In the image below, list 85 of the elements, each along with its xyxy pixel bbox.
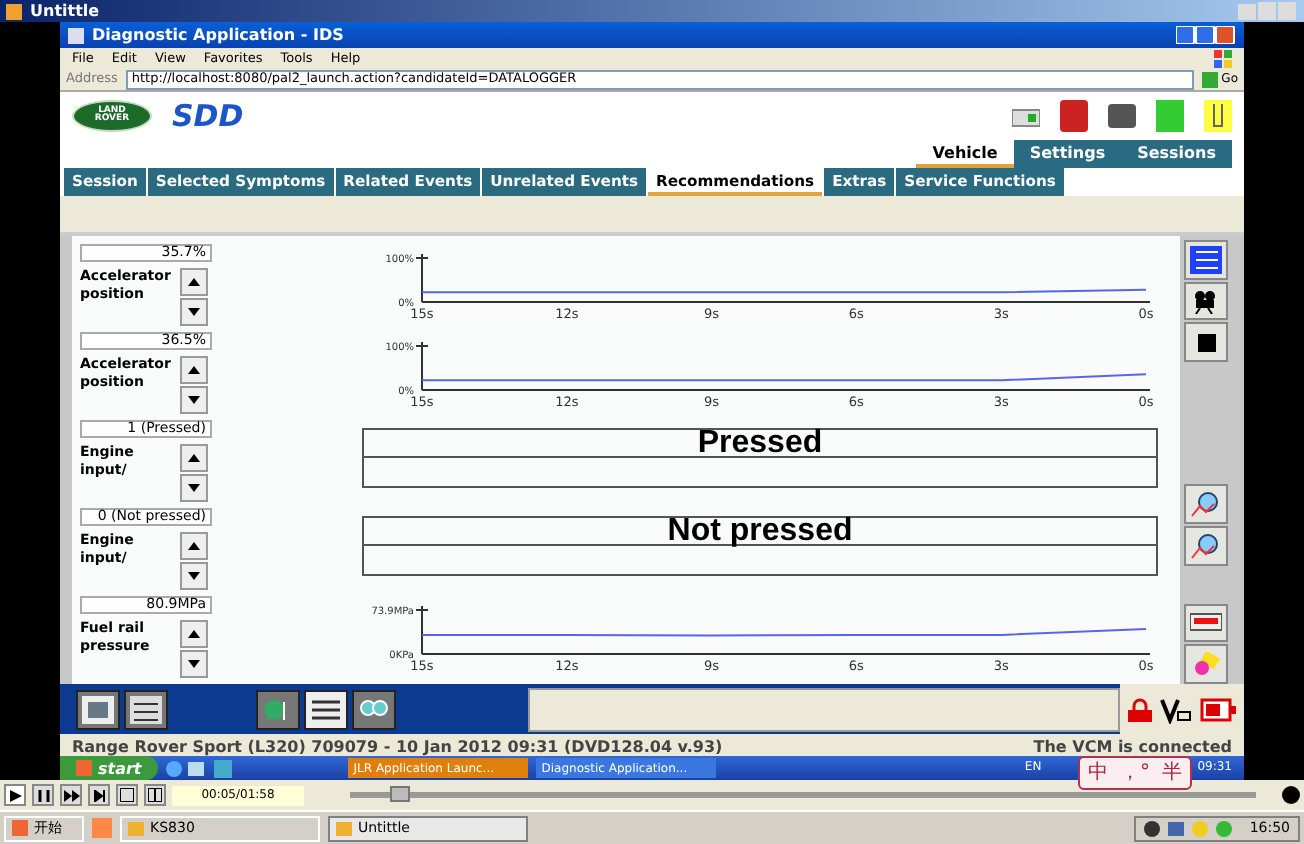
desktop-icon [92, 818, 112, 838]
list-icon [310, 697, 342, 721]
down-arrow-icon [188, 308, 200, 316]
up-button[interactable] [180, 620, 208, 648]
down-button[interactable] [180, 650, 208, 678]
y-axis [415, 341, 429, 391]
down-arrow-icon [188, 660, 200, 668]
up-button[interactable] [180, 444, 208, 472]
step-icon [93, 789, 105, 801]
battery-voltage-icon [1160, 695, 1192, 723]
state-text: Pressed [697, 428, 823, 456]
start-button[interactable]: start [60, 756, 158, 780]
lock-icon [1128, 697, 1152, 721]
page-icon [68, 27, 84, 43]
bar-icon [1190, 610, 1222, 635]
input-method-item[interactable]: ，° [1120, 763, 1150, 783]
module-icon [1060, 100, 1088, 132]
fullscreen-button[interactable] [116, 784, 138, 806]
play-button[interactable] [4, 784, 26, 806]
fast-forward-icon [63, 789, 79, 801]
down-arrow-icon [188, 484, 200, 492]
y-axis [415, 605, 429, 655]
window-title: Diagnostic Application - IDS [92, 27, 344, 43]
pause-icon [37, 789, 49, 801]
camera-icon [1192, 289, 1220, 314]
connection-status: The VCM is connected [1033, 738, 1232, 756]
graph-button[interactable] [1184, 603, 1228, 643]
up-arrow-icon [188, 278, 200, 286]
list-icon [130, 695, 162, 723]
camera-button[interactable] [1184, 281, 1228, 321]
report-icon [82, 695, 114, 723]
folder-icon [128, 821, 144, 835]
up-button[interactable] [180, 268, 208, 296]
fast-forward-button[interactable] [60, 784, 82, 806]
window-mode-button[interactable] [144, 784, 166, 806]
y-axis [415, 253, 429, 303]
zoom-button[interactable] [1184, 525, 1228, 566]
down-arrow-icon [188, 572, 200, 580]
up-arrow-icon [188, 366, 200, 374]
input-method-item[interactable]: 半 [1162, 763, 1182, 783]
up-arrow-icon [188, 454, 200, 462]
up-button[interactable] [180, 356, 208, 384]
eraser-button[interactable] [1184, 644, 1228, 685]
tools-button[interactable] [352, 689, 396, 729]
diagnostic-icon [1012, 104, 1040, 128]
window-controls-icon [1176, 26, 1236, 44]
stop-icon [1197, 333, 1215, 352]
list-icon [1190, 245, 1222, 274]
down-arrow-icon [188, 396, 200, 404]
report-button[interactable] [76, 689, 120, 729]
stop-button[interactable] [1184, 322, 1228, 363]
input-method-bar[interactable]: 中 ，° 半 [1078, 756, 1192, 790]
vehicle-info: Range Rover Sport (L320) 709079 - 10 Jan 2012 09:31 (DVD128.04 v.93) [72, 738, 723, 756]
split-square-icon [148, 788, 162, 802]
datalogger-button[interactable] [304, 689, 348, 729]
down-button[interactable] [180, 474, 208, 502]
folder-icon [336, 821, 352, 835]
pause-button[interactable] [32, 784, 54, 806]
input-method-item[interactable]: 中 [1088, 763, 1108, 783]
down-button[interactable] [180, 562, 208, 590]
top-tab[interactable]: Sessions [1121, 140, 1232, 168]
down-button[interactable] [180, 298, 208, 326]
app-icon [6, 3, 22, 19]
schedule-button[interactable] [124, 689, 168, 729]
zoom-button[interactable] [1184, 484, 1228, 524]
play-icon [9, 789, 21, 801]
window-controls-icon [1238, 2, 1298, 20]
eraser-icon [1190, 652, 1222, 677]
brand-name: SDD [172, 98, 244, 134]
top-tab[interactable]: Vehicle [916, 140, 1014, 168]
battery-icon [1200, 697, 1236, 721]
up-button[interactable] [180, 532, 208, 560]
magnifier-graph-icon [1190, 531, 1222, 560]
up-arrow-icon [188, 630, 200, 638]
desktop-icon [213, 759, 232, 777]
down-button[interactable] [180, 386, 208, 414]
step-button[interactable] [88, 784, 110, 806]
quick-launch-icon [165, 759, 206, 777]
list-button[interactable] [1184, 240, 1228, 280]
magnifier-graph-icon [1190, 490, 1222, 519]
window-title: Untittle [30, 3, 100, 19]
up-arrow-icon [188, 542, 200, 550]
state-text: Not pressed [667, 516, 853, 544]
top-tab[interactable]: Settings [1013, 140, 1122, 168]
network-button[interactable] [256, 689, 300, 729]
